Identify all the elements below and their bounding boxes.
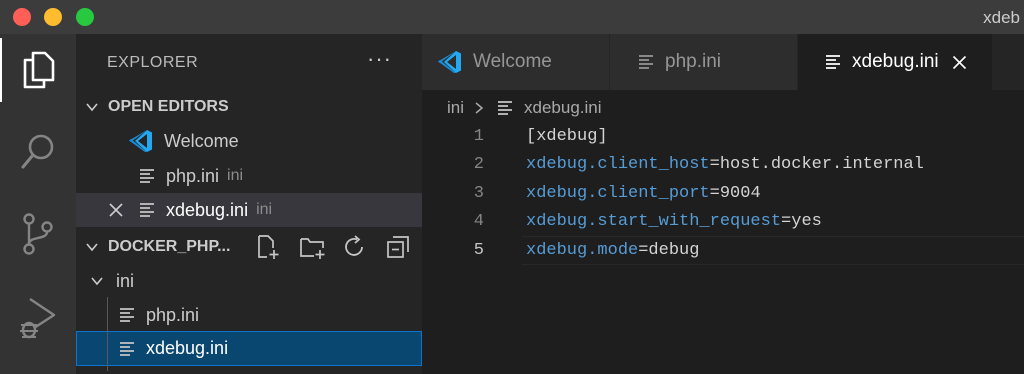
tab-label: php.ini	[665, 51, 721, 72]
tab-label: Welcome	[473, 51, 552, 72]
chevron-down-icon	[86, 243, 98, 252]
open-editor-label: php.ini	[166, 165, 220, 186]
line-content: xdebug.client_host=host.docker.internal	[526, 155, 924, 174]
line-number: 1	[473, 126, 484, 146]
editor-area: Welcome php.ini xdebug.ini ini xdebug.in…	[422, 34, 1024, 374]
zoom-window-button[interactable]	[76, 8, 94, 26]
line-content: xdebug.mode=debug	[526, 241, 699, 260]
ini-value: =9004	[709, 183, 761, 203]
file-lines-icon	[120, 341, 134, 356]
search-icon	[21, 134, 54, 169]
ini-key: xdebug.mode	[526, 240, 639, 260]
code-line: 2 xdebug.client_host=host.docker.interna…	[422, 151, 1024, 180]
minimize-window-button[interactable]	[44, 8, 62, 26]
chevron-right-icon	[475, 102, 484, 114]
tab-xdebug-ini[interactable]: xdebug.ini	[798, 34, 992, 90]
code-line: 4 xdebug.start_with_request=yes	[422, 208, 1024, 237]
tree-folder-label: ini	[116, 270, 135, 291]
ini-key: xdebug.client_port	[526, 183, 710, 203]
explorer-icon	[23, 51, 55, 89]
tab-bar: Welcome php.ini xdebug.ini	[422, 34, 1024, 90]
ini-value: =yes	[781, 212, 822, 232]
line-number: 4	[473, 212, 484, 232]
ini-value: =host.docker.internal	[709, 155, 924, 175]
code-line: 3 xdebug.client_port=9004	[422, 179, 1024, 208]
line-content: xdebug.client_port=9004	[526, 184, 761, 203]
breadcrumb-folder[interactable]: ini	[447, 98, 464, 118]
open-editors-title: OPEN EDITORS	[108, 98, 229, 115]
open-editor-item[interactable]: xdebug.ini ini	[76, 193, 422, 227]
file-lines-icon	[120, 308, 134, 322]
tab-welcome[interactable]: Welcome	[422, 34, 610, 90]
open-editor-item[interactable]: php.ini ini	[76, 159, 422, 193]
source-control-icon	[23, 213, 53, 255]
explorer-button[interactable]	[0, 38, 76, 102]
file-lines-icon	[826, 55, 840, 69]
tab-php-ini[interactable]: php.ini	[610, 34, 798, 90]
close-icon[interactable]	[108, 202, 124, 218]
new-file-icon[interactable]	[256, 234, 280, 260]
breadcrumb-file[interactable]: xdebug.ini	[524, 98, 602, 118]
source-control-button[interactable]	[0, 202, 76, 266]
search-button[interactable]	[0, 120, 76, 184]
open-editors-section-header[interactable]: OPEN EDITORS	[76, 90, 422, 124]
chevron-down-icon	[91, 277, 103, 286]
tree-folder-ini[interactable]: ini	[76, 264, 422, 298]
vscode-logo-icon	[129, 130, 152, 152]
run-debug-button[interactable]	[0, 286, 76, 350]
ini-key: xdebug.client_host	[526, 155, 710, 175]
ini-value: [xdebug]	[526, 126, 608, 146]
collapse-all-icon[interactable]	[386, 235, 410, 259]
open-editor-dir: ini	[256, 201, 273, 218]
line-content: xdebug.start_with_request=yes	[526, 212, 822, 231]
open-editor-label: xdebug.ini	[166, 199, 249, 220]
code-line-current: 5 xdebug.mode=debug	[422, 236, 1024, 265]
tree-file-selected[interactable]: xdebug.ini	[76, 331, 422, 366]
folder-title: DOCKER_PHP...	[108, 238, 231, 255]
open-editor-label: Welcome	[164, 130, 239, 151]
close-icon[interactable]	[952, 55, 967, 70]
tree-file-label: php.ini	[146, 304, 200, 325]
file-lines-icon	[140, 169, 154, 183]
code-line: 1 [xdebug]	[422, 122, 1024, 151]
folder-section-header[interactable]: DOCKER_PHP...	[76, 230, 422, 264]
line-number: 3	[473, 183, 484, 203]
line-content: [xdebug]	[526, 127, 608, 146]
explorer-sidebar: EXPLORER ··· OPEN EDITORS Welcome php.in…	[76, 34, 422, 374]
window-title: xdeb	[983, 8, 1020, 27]
line-number: 5	[473, 240, 484, 260]
title-bar: xdeb	[0, 0, 1024, 34]
open-editor-item[interactable]: Welcome	[76, 124, 422, 158]
indent-guide	[107, 297, 108, 371]
more-actions-button[interactable]: ···	[367, 46, 392, 72]
tab-label: xdebug.ini	[852, 51, 939, 72]
explorer-header: EXPLORER	[107, 54, 199, 71]
code-editor[interactable]: 1 [xdebug] 2 xdebug.client_host=host.doc…	[422, 122, 1024, 265]
ini-value: =debug	[638, 240, 700, 260]
activity-bar	[0, 34, 76, 374]
run-debug-icon	[20, 298, 56, 339]
chevron-down-icon	[86, 103, 98, 112]
refresh-icon[interactable]	[343, 235, 367, 259]
new-folder-icon[interactable]	[299, 236, 327, 260]
breadcrumb: ini xdebug.ini	[447, 95, 602, 121]
file-lines-icon	[498, 101, 513, 115]
open-editor-dir: ini	[227, 167, 244, 184]
file-lines-icon	[639, 55, 653, 69]
line-number: 2	[473, 155, 484, 175]
tree-file-label: xdebug.ini	[146, 338, 229, 358]
tree-file[interactable]: php.ini	[76, 298, 422, 332]
ini-key: xdebug.start_with_request	[526, 212, 782, 232]
close-window-button[interactable]	[13, 8, 31, 26]
file-lines-icon	[140, 203, 154, 217]
vscode-logo-icon	[438, 51, 461, 73]
